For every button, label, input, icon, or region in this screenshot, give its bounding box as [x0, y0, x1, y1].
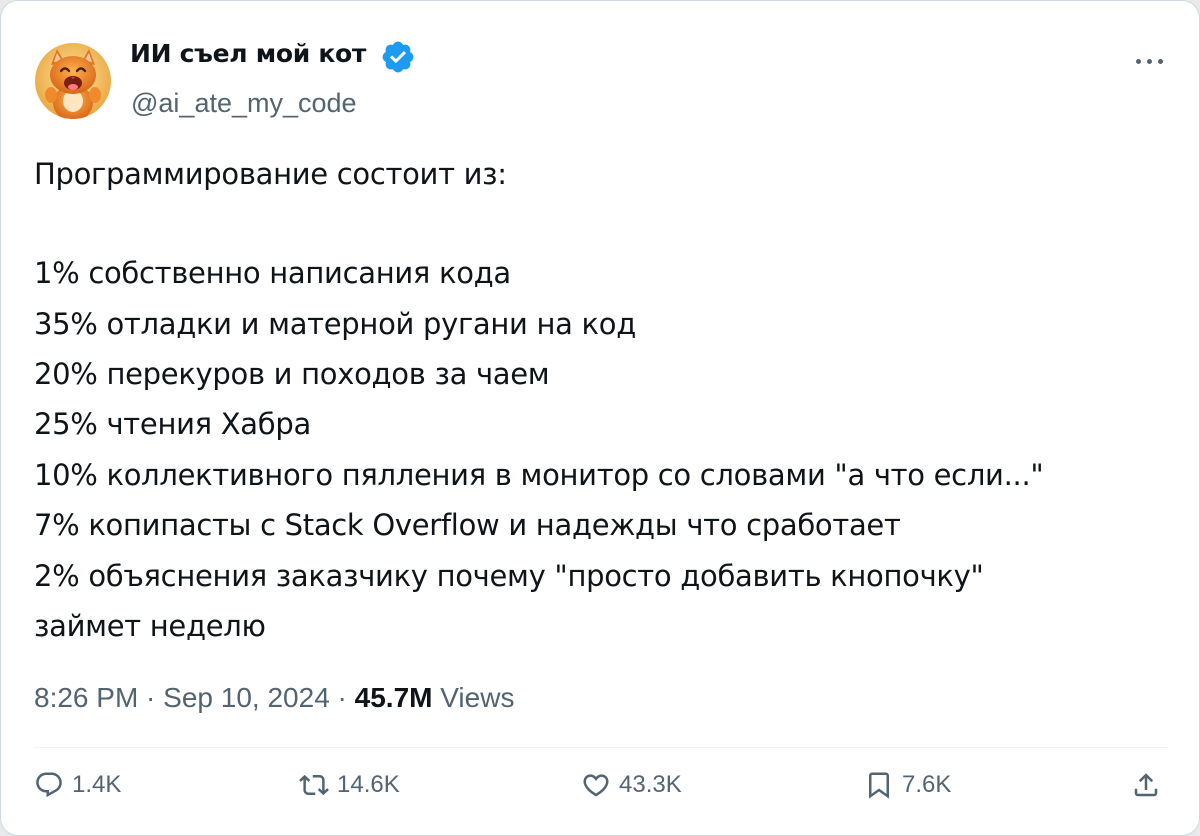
bookmark-count: 7.6K: [902, 771, 952, 798]
heart-icon: [583, 774, 609, 797]
divider: [34, 747, 1168, 748]
cat-avatar-icon: [35, 43, 111, 119]
meta-separator: ·: [138, 682, 164, 713]
tweet-card: ИИ съел мой кот @ai_ate_my_code Программ…: [0, 0, 1200, 836]
tweet-text-line: Программирование состоит из:: [34, 157, 507, 191]
like-count: 43.3K: [619, 771, 682, 798]
tweet-text-line: 25% чтения Хабра: [34, 407, 311, 441]
repost-icon: [299, 774, 329, 796]
tweet-text-line: 2% объяснения заказчику почему "просто д…: [34, 559, 984, 593]
like-button[interactable]: 43.3K: [581, 765, 682, 805]
meta-separator: ·: [329, 682, 355, 713]
tweet-date[interactable]: Sep 10, 2024: [163, 682, 330, 713]
tweet-text-line: 1% собственно написания кода: [34, 256, 511, 290]
tweet-time[interactable]: 8:26 PM: [34, 682, 138, 713]
tweet-meta: 8:26 PM · Sep 10, 2024 · 45.7M Views: [34, 682, 514, 714]
display-name[interactable]: ИИ съел мой кот: [130, 39, 366, 68]
tweet-text-line: 7% копипасты с Stack Overflow и надежды …: [34, 508, 901, 542]
more-options-icon[interactable]: [1131, 51, 1167, 71]
tweet-text-line: 20% перекуров и походов за чаем: [34, 357, 550, 391]
reply-icon: [36, 772, 62, 798]
tweet-text-line: 35% отладки и матерной ругани на код: [34, 307, 636, 341]
reply-count: 1.4K: [72, 771, 122, 798]
avatar[interactable]: [35, 43, 111, 119]
reply-button[interactable]: 1.4K: [34, 765, 121, 805]
tweet-text-line: займет неделю: [34, 609, 266, 643]
share-icon: [1134, 773, 1158, 797]
user-handle[interactable]: @ai_ate_my_code: [131, 88, 357, 119]
views-label: Views: [432, 682, 515, 713]
bookmark-icon: [869, 772, 889, 799]
tweet-text-line: 10% коллективного пялления в монитор со …: [34, 458, 1044, 492]
bookmark-button[interactable]: 7.6K: [864, 765, 951, 805]
share-button[interactable]: [1131, 765, 1161, 805]
repost-count: 14.6K: [337, 771, 400, 798]
verified-badge-icon[interactable]: [380, 39, 416, 75]
repost-button[interactable]: 14.6K: [299, 765, 400, 805]
views-count[interactable]: 45.7M: [355, 682, 433, 713]
